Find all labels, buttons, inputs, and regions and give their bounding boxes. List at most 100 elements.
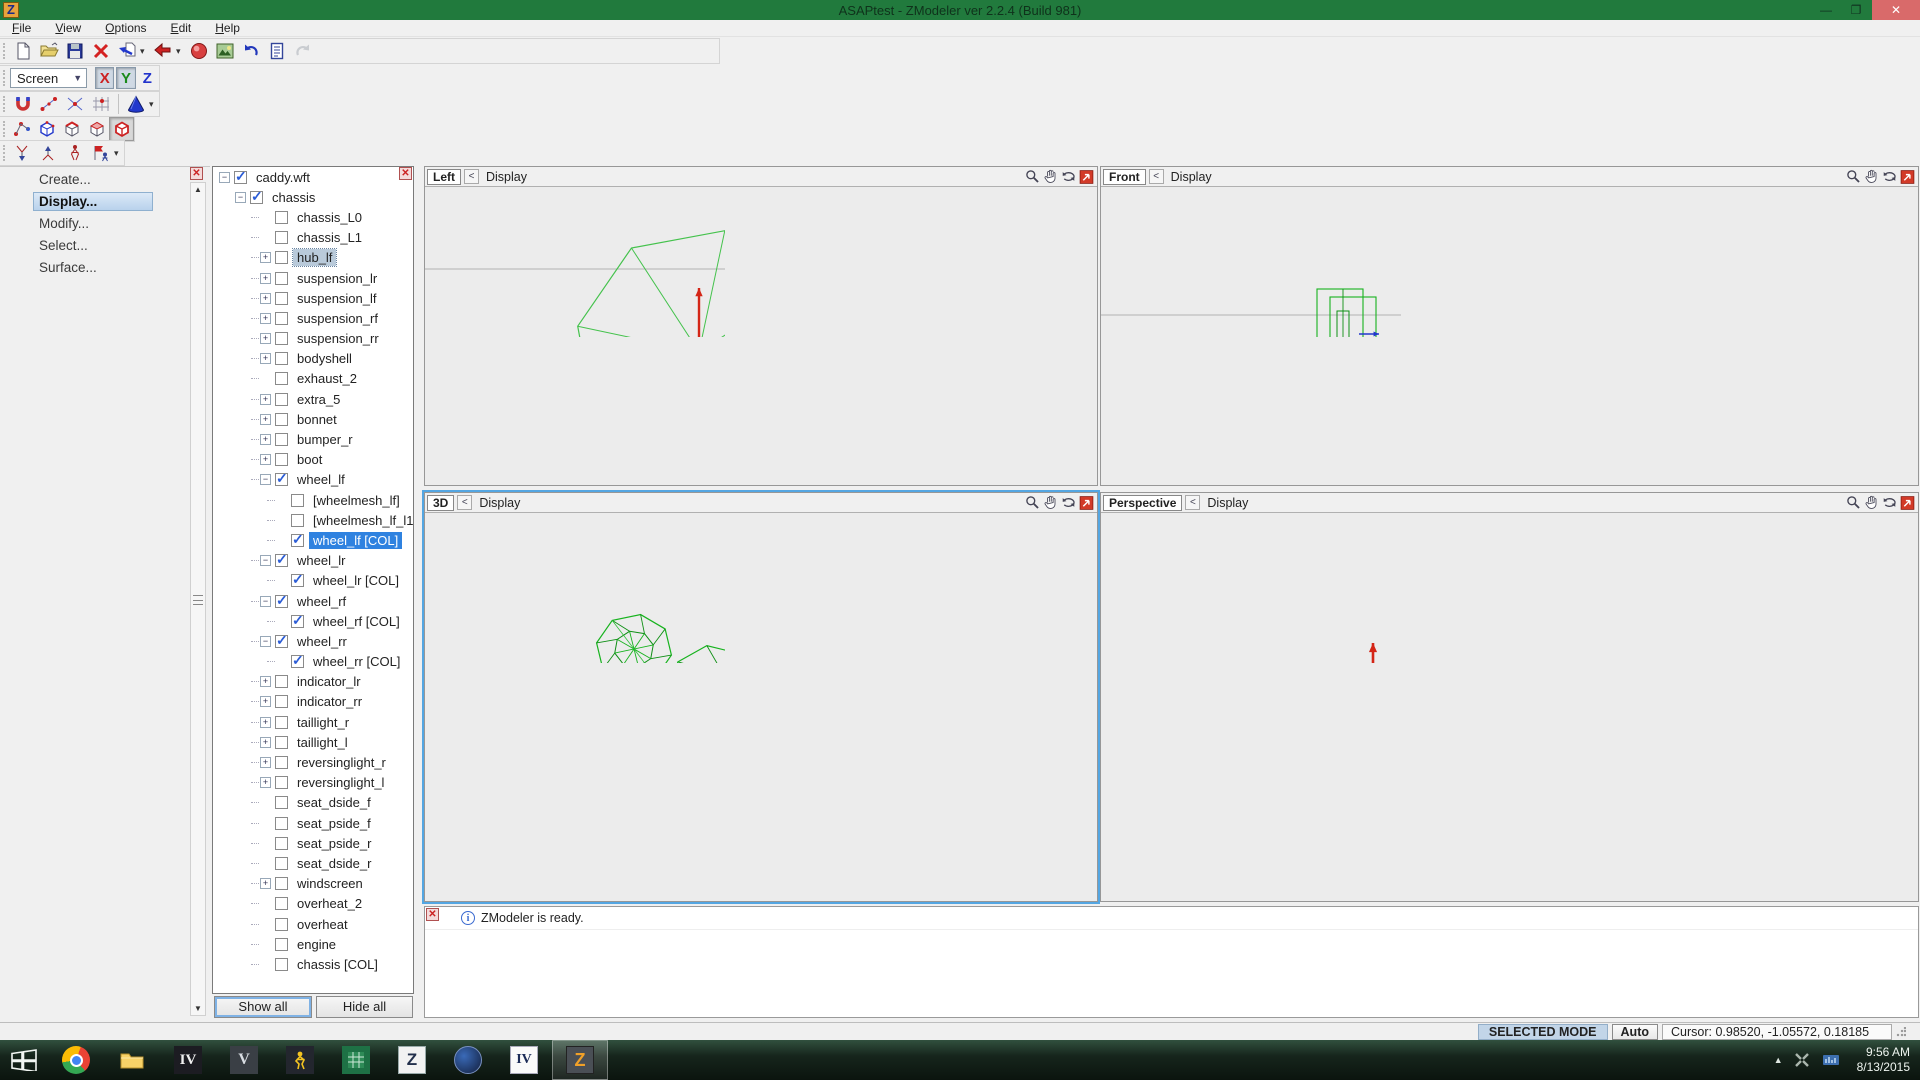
visibility-checkbox[interactable] xyxy=(275,817,288,830)
hide-all-button[interactable]: Hide all xyxy=(316,996,413,1018)
tree-expander-plus-icon[interactable]: + xyxy=(260,777,271,788)
pan-hand-icon[interactable] xyxy=(1042,169,1059,185)
tree-node-chassis-col-[interactable]: chassis [COL] xyxy=(293,956,382,973)
menu-options[interactable]: Options xyxy=(93,20,158,36)
maximize-viewport-icon[interactable] xyxy=(1078,495,1095,511)
menu-view[interactable]: View xyxy=(43,20,93,36)
viewport-perspective[interactable]: Perspective < Display yz xyxy=(1100,492,1919,902)
visibility-checkbox[interactable]: ✓ xyxy=(275,635,288,648)
tree-node-indicator-rr[interactable]: indicator_rr xyxy=(293,693,366,710)
tree-node-bonnet[interactable]: bonnet xyxy=(293,411,341,428)
tree-node-seat-dside-f[interactable]: seat_dside_f xyxy=(293,794,375,811)
tree-node-engine[interactable]: engine xyxy=(293,936,340,953)
viewport-mode-label[interactable]: Display xyxy=(479,496,520,510)
maximize-viewport-icon[interactable] xyxy=(1899,169,1916,185)
viewport-name-button[interactable]: Left xyxy=(427,169,461,185)
taskbar-app-gta-v[interactable]: V xyxy=(216,1040,272,1080)
tree-node-chassis-l1[interactable]: chassis_L1 xyxy=(293,229,366,246)
tree-node-reversinglight-r[interactable]: reversinglight_r xyxy=(293,754,390,771)
tree-expander-minus-icon[interactable]: − xyxy=(260,555,271,566)
save-button[interactable] xyxy=(62,39,88,63)
visibility-checkbox[interactable] xyxy=(275,675,288,688)
tree-panel-close-icon[interactable]: ✕ xyxy=(399,167,412,180)
visibility-checkbox[interactable] xyxy=(275,958,288,971)
tree-expander-plus-icon[interactable]: + xyxy=(260,353,271,364)
tree-node-seat-pside-r[interactable]: seat_pside_r xyxy=(293,835,375,852)
tree-node-indicator-lr[interactable]: indicator_lr xyxy=(293,673,365,690)
visibility-checkbox[interactable] xyxy=(275,918,288,931)
visibility-checkbox[interactable] xyxy=(275,231,288,244)
tree-expander-plus-icon[interactable]: + xyxy=(260,737,271,748)
tree-node-bumper-r[interactable]: bumper_r xyxy=(293,431,357,448)
visibility-checkbox[interactable]: ✓ xyxy=(291,574,304,587)
tree-expander-plus-icon[interactable]: + xyxy=(260,757,271,768)
message-panel-close-icon[interactable]: ✕ xyxy=(426,908,439,921)
taskbar-app-blue-orb[interactable] xyxy=(440,1040,496,1080)
mode-polygons-button[interactable] xyxy=(84,117,109,141)
viewport-name-button[interactable]: 3D xyxy=(427,495,454,511)
close-button[interactable]: ✕ xyxy=(1872,0,1920,20)
visibility-checkbox[interactable] xyxy=(275,393,288,406)
pan-hand-icon[interactable] xyxy=(1863,169,1880,185)
tree-node-suspension-lf[interactable]: suspension_lf xyxy=(293,290,381,307)
visibility-checkbox[interactable] xyxy=(275,756,288,769)
axis-y-toggle[interactable]: Y xyxy=(116,67,135,89)
mode-objects-button[interactable] xyxy=(109,117,134,141)
tree-node-chassis[interactable]: chassis xyxy=(268,189,319,206)
scroll-down-icon[interactable]: ▼ xyxy=(192,1004,204,1013)
taskbar-app-file-explorer[interactable] xyxy=(104,1040,160,1080)
command-select[interactable]: Select... xyxy=(33,236,153,255)
visibility-checkbox[interactable] xyxy=(291,514,304,527)
command-panel-scrollbar[interactable]: ▲ ▼ xyxy=(190,182,206,1016)
resize-grip[interactable] xyxy=(1896,1027,1906,1037)
visibility-checkbox[interactable] xyxy=(275,433,288,446)
tree-expander-plus-icon[interactable]: + xyxy=(260,434,271,445)
taskbar-app-chrome[interactable] xyxy=(48,1040,104,1080)
tree-expander-plus-icon[interactable]: + xyxy=(260,252,271,263)
viewport-3d[interactable]: 3D < Display yz xyxy=(424,492,1098,902)
tree-node-wheel-rr-col-[interactable]: wheel_rr [COL] xyxy=(309,653,404,670)
visibility-checkbox[interactable] xyxy=(275,776,288,789)
viewport-left-canvas[interactable]: yz xyxy=(425,187,725,337)
visibility-checkbox[interactable]: ✓ xyxy=(291,615,304,628)
command-surface[interactable]: Surface... xyxy=(33,258,153,277)
command-create[interactable]: Create... xyxy=(33,170,153,189)
visibility-checkbox[interactable] xyxy=(275,312,288,325)
zoom-icon[interactable] xyxy=(1024,169,1041,185)
tree-node-extra-5[interactable]: extra_5 xyxy=(293,391,344,408)
visibility-checkbox[interactable] xyxy=(275,413,288,426)
tree-node-wheel-lf[interactable]: wheel_lf xyxy=(293,471,349,488)
command-panel-close-icon[interactable]: ✕ xyxy=(190,167,203,180)
tree-expander-plus-icon[interactable]: + xyxy=(260,717,271,728)
viewport-front-canvas[interactable]: yz xyxy=(1101,187,1401,337)
visibility-checkbox[interactable] xyxy=(275,837,288,850)
visibility-checkbox[interactable]: ✓ xyxy=(291,534,304,547)
tree-node-taillight-l[interactable]: taillight_l xyxy=(293,734,352,751)
orbit-icon[interactable] xyxy=(1881,169,1898,185)
tree-node-wheel-rf[interactable]: wheel_rf xyxy=(293,593,350,610)
tree-node--wheelmesh-lf-[interactable]: [wheelmesh_lf] xyxy=(309,492,404,509)
snap-intersection-button[interactable] xyxy=(62,92,88,116)
visibility-checkbox[interactable] xyxy=(275,292,288,305)
visibility-checkbox[interactable] xyxy=(275,352,288,365)
pan-hand-icon[interactable] xyxy=(1863,495,1880,511)
flag-figure-button[interactable] xyxy=(88,141,114,165)
network-volume-icon[interactable] xyxy=(1821,1051,1841,1069)
visibility-checkbox[interactable] xyxy=(275,736,288,749)
tree-node-chassis-l0[interactable]: chassis_L0 xyxy=(293,209,366,226)
zoom-icon[interactable] xyxy=(1024,495,1041,511)
visibility-checkbox[interactable]: ✓ xyxy=(275,554,288,567)
dropdown-caret-icon[interactable]: ▾ xyxy=(140,46,150,57)
scroll-up-icon[interactable]: ▲ xyxy=(192,185,204,194)
auto-button[interactable]: Auto xyxy=(1612,1024,1658,1040)
viewport-3d-canvas[interactable]: yz xyxy=(425,513,725,663)
mode-edges-button[interactable] xyxy=(35,117,60,141)
visibility-checkbox[interactable] xyxy=(275,453,288,466)
orbit-icon[interactable] xyxy=(1060,169,1077,185)
detach-tool-button[interactable] xyxy=(10,141,36,165)
material-sphere-button[interactable] xyxy=(186,39,212,63)
visibility-checkbox[interactable] xyxy=(275,877,288,890)
start-button[interactable] xyxy=(0,1040,48,1080)
orbit-icon[interactable] xyxy=(1060,495,1077,511)
viewport-mode-label[interactable]: Display xyxy=(1171,170,1212,184)
